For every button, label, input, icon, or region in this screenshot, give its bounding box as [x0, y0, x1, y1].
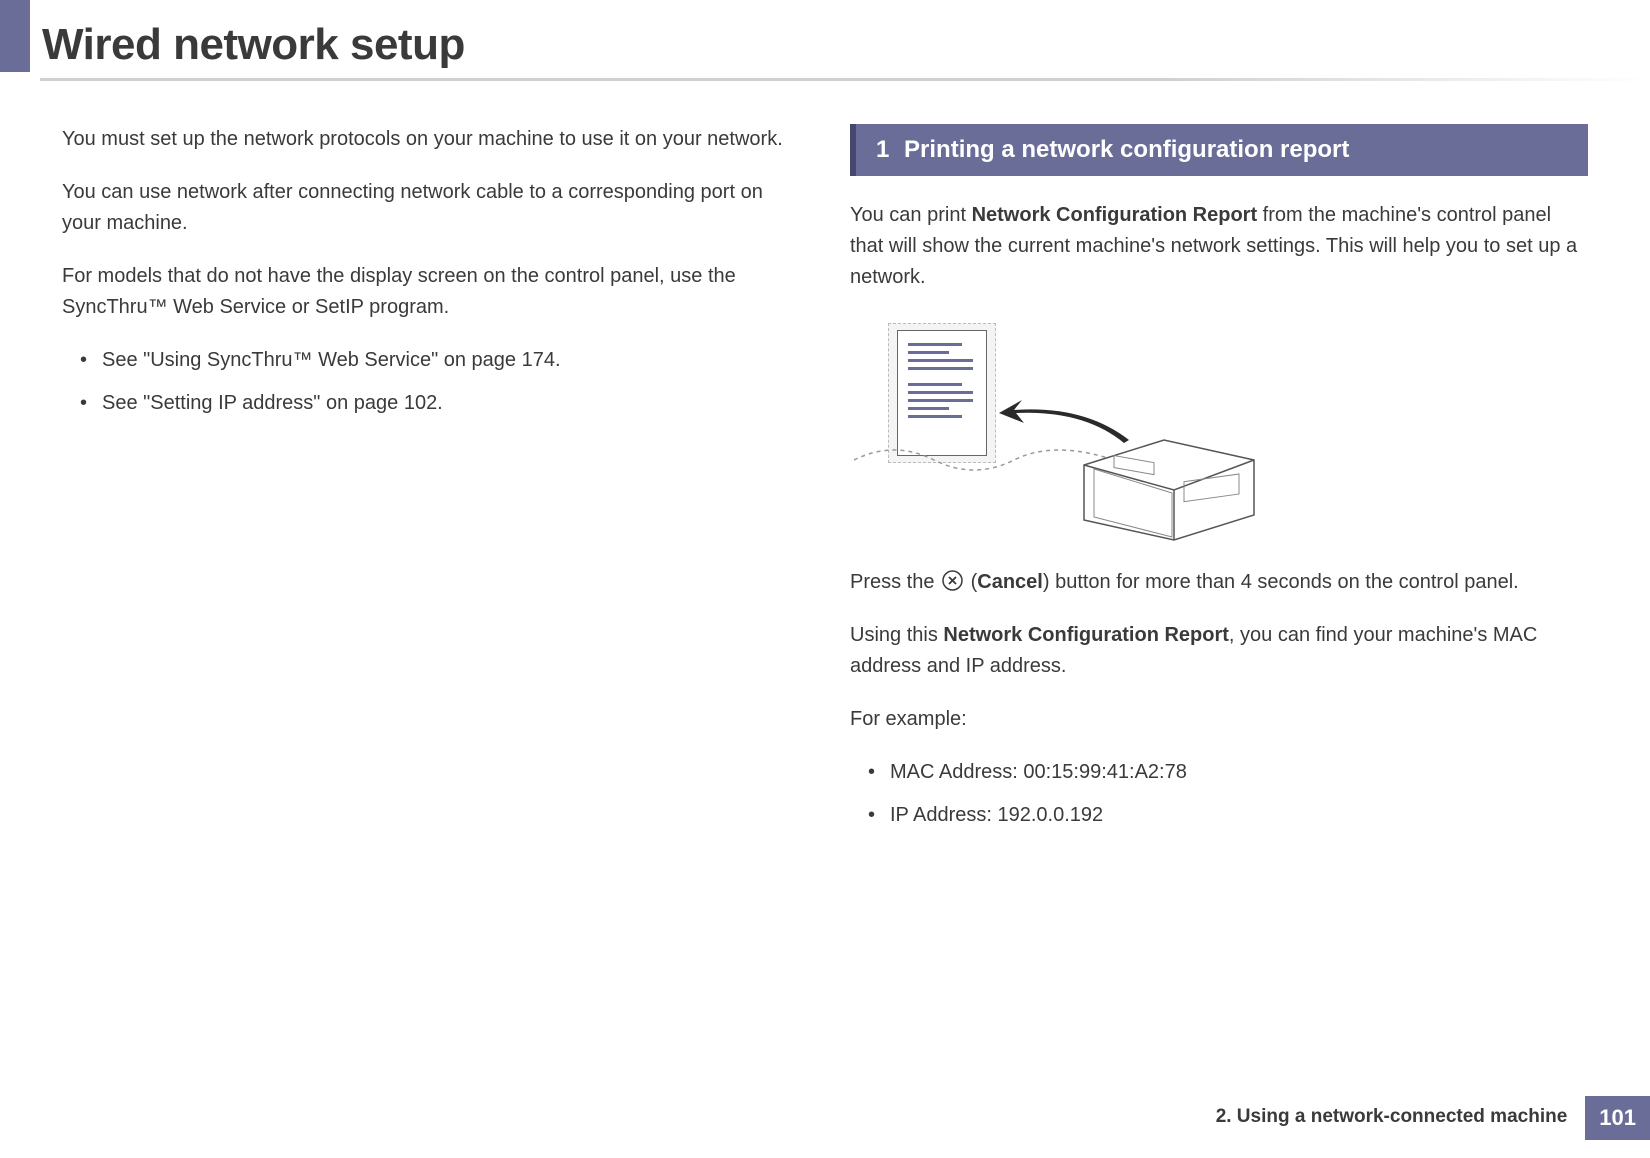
title-underline	[40, 78, 1650, 81]
paragraph-press-cancel: Press the (Cancel) button for more than …	[850, 567, 1588, 598]
section-title: Printing a network configuration report	[904, 136, 1349, 163]
printer-icon	[1054, 405, 1264, 545]
paragraph-intro-2: You can use network after connecting net…	[62, 177, 800, 239]
list-item: See "Setting IP address" on page 102.	[80, 388, 800, 419]
text-bold: Cancel	[977, 571, 1043, 593]
header: Wired network setup	[0, 0, 1650, 96]
chapter-label: 2. Using a network-connected machine	[1198, 1096, 1586, 1140]
text-fragment: ) button for more than 4 seconds on the …	[1043, 571, 1519, 593]
text-bold: Network Configuration Report	[943, 624, 1229, 646]
text-fragment: Using this	[850, 624, 943, 646]
section-heading: 1 Printing a network configuration repor…	[850, 124, 1588, 176]
printer-illustration	[854, 315, 1274, 545]
section-number: 1	[876, 136, 889, 163]
page-footer: 2. Using a network-connected machine 101	[1198, 1096, 1650, 1140]
title-accent	[0, 0, 30, 72]
paragraph-using-report: Using this Network Configuration Report,…	[850, 620, 1588, 682]
page-number: 101	[1585, 1096, 1650, 1140]
left-column: You must set up the network protocols on…	[62, 124, 800, 843]
example-list: MAC Address: 00:15:99:41:A2:78 IP Addres…	[850, 757, 1588, 831]
page-title: Wired network setup	[42, 20, 1650, 70]
example-label: For example:	[850, 704, 1588, 735]
text-fragment: You can print	[850, 204, 972, 226]
text-fragment: Press the	[850, 571, 940, 593]
paragraph-report-intro: You can print Network Configuration Repo…	[850, 200, 1588, 293]
content-area: You must set up the network protocols on…	[0, 96, 1650, 843]
text-bold: Network Configuration Report	[972, 204, 1258, 226]
paragraph-intro-3: For models that do not have the display …	[62, 261, 800, 323]
right-column: 1 Printing a network configuration repor…	[850, 124, 1588, 843]
list-item: MAC Address: 00:15:99:41:A2:78	[868, 757, 1588, 788]
list-item: See "Using SyncThru™ Web Service" on pag…	[80, 345, 800, 376]
cancel-button-icon	[942, 570, 963, 591]
see-also-list: See "Using SyncThru™ Web Service" on pag…	[62, 345, 800, 419]
paragraph-intro-1: You must set up the network protocols on…	[62, 124, 800, 155]
list-item: IP Address: 192.0.0.192	[868, 800, 1588, 831]
